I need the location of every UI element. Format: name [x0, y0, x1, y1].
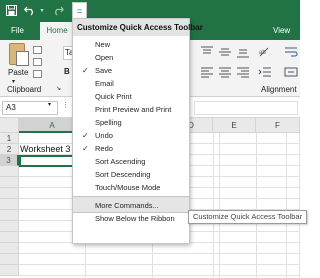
align-left-icon[interactable]	[200, 66, 214, 78]
menu-item-label: Undo	[95, 131, 113, 140]
tab-view[interactable]: View	[273, 22, 290, 40]
formula-input[interactable]	[194, 101, 298, 115]
check-icon: ✓	[82, 131, 89, 140]
menu-item[interactable]: ✓ Redo	[73, 142, 189, 155]
menu-item[interactable]: Spelling	[73, 116, 189, 129]
indent-icon[interactable]	[258, 66, 272, 78]
customize-quick-access-menu: Customize Quick Access Toolbar New Open ✓ S…	[72, 18, 203, 244]
formula-bar-dots-icon: ⋮	[62, 102, 69, 109]
menu-item-label: Email	[95, 79, 114, 88]
menu-item[interactable]: Touch/Mouse Mode	[73, 181, 189, 194]
align-right-icon[interactable]	[236, 66, 250, 78]
menu-item-label: New	[95, 40, 111, 49]
row-header-7[interactable]	[0, 199, 19, 210]
row-header-2[interactable]: 2	[0, 144, 19, 155]
menu-item-label: Sort Ascending	[95, 157, 146, 166]
menu-item[interactable]: Print Preview and Print	[73, 103, 189, 116]
menu-item-label: Touch/Mouse Mode	[95, 183, 161, 192]
format-painter-icon[interactable]	[33, 70, 42, 78]
menu-item-label: Sort Descending	[95, 170, 151, 179]
menu-item[interactable]: Sort Descending	[73, 168, 189, 181]
row-header-4[interactable]	[0, 166, 19, 177]
menu-item-label: Quick Print	[95, 92, 132, 101]
row-header-6[interactable]	[0, 188, 19, 199]
tab-home[interactable]: Home	[40, 22, 74, 40]
clipboard-launcher-icon[interactable]: ↘	[56, 85, 61, 92]
menu-item[interactable]: Quick Print	[73, 90, 189, 103]
menu-item-label: Save	[95, 66, 113, 75]
select-all-button[interactable]	[0, 118, 19, 133]
menu-item[interactable]: ✓ Undo	[73, 129, 189, 142]
bold-button[interactable]: B	[64, 67, 70, 76]
align-top-icon[interactable]	[200, 46, 214, 58]
copy-icon[interactable]	[33, 58, 42, 66]
menu-item-label: Open	[95, 53, 114, 62]
menu-item[interactable]: New	[73, 38, 189, 51]
grid-lines-right	[213, 133, 300, 278]
show-below-ribbon-item[interactable]: Show Below the Ribbon	[73, 212, 189, 225]
row-header-12[interactable]	[0, 254, 19, 265]
menu-item-label: Redo	[95, 144, 113, 153]
row-header-9[interactable]	[0, 221, 19, 232]
merge-center-icon[interactable]	[284, 66, 298, 78]
check-icon: ✓	[82, 144, 89, 153]
name-box-dropdown-icon[interactable]: ▾	[48, 101, 51, 108]
check-icon: ✓	[82, 66, 89, 75]
column-header-e[interactable]: E	[213, 118, 256, 133]
undo-dropdown-icon[interactable]: ▾	[38, 3, 46, 18]
paste-icon[interactable]	[9, 43, 29, 66]
row-header-10[interactable]	[0, 232, 19, 243]
tooltip: Customize Quick Access Toolbar	[188, 210, 308, 224]
menu-item[interactable]: Open	[73, 51, 189, 64]
menu-items: New Open ✓ Save Email Quick Print Print Previe…	[72, 38, 190, 225]
menu-item[interactable]: ✓ Save	[73, 64, 189, 77]
orientation-icon[interactable]: ab	[258, 46, 272, 58]
wrap-text-icon[interactable]	[284, 46, 298, 58]
row-header-13[interactable]	[0, 265, 19, 276]
row-header-3[interactable]: 3	[0, 155, 19, 166]
paste-button-label[interactable]: Paste	[8, 68, 28, 77]
row-header-11[interactable]	[0, 243, 19, 254]
save-icon[interactable]	[4, 3, 19, 18]
menu-item-label: Print Preview and Print	[95, 105, 172, 114]
align-center-icon[interactable]	[218, 66, 232, 78]
menu-item[interactable]: Email	[73, 77, 189, 90]
svg-text:ab: ab	[259, 50, 266, 56]
more-commands-item[interactable]: More Commands...	[72, 196, 190, 213]
row-header-1[interactable]: 1	[0, 133, 19, 144]
align-middle-icon[interactable]	[218, 46, 232, 58]
column-header-f[interactable]: F	[256, 118, 300, 133]
row-header-5[interactable]	[0, 177, 19, 188]
menu-item[interactable]: Sort Ascending	[73, 155, 189, 168]
cut-icon[interactable]	[33, 46, 42, 54]
row-header-8[interactable]	[0, 210, 19, 221]
menu-title: Customize Quick Access Toolbar	[73, 19, 203, 36]
undo-icon[interactable]	[22, 3, 38, 18]
clipboard-group-label: Clipboard	[7, 85, 42, 94]
redo-icon[interactable]	[50, 3, 66, 18]
alignment-group-label: Alignment	[261, 85, 297, 94]
align-bottom-icon[interactable]	[236, 46, 250, 58]
menu-item-label: Spelling	[95, 118, 122, 127]
paste-dropdown-icon[interactable]: ▾	[12, 78, 15, 85]
cell-a2[interactable]: Worksheet 3	[20, 144, 70, 155]
tab-file[interactable]: File	[11, 22, 24, 40]
